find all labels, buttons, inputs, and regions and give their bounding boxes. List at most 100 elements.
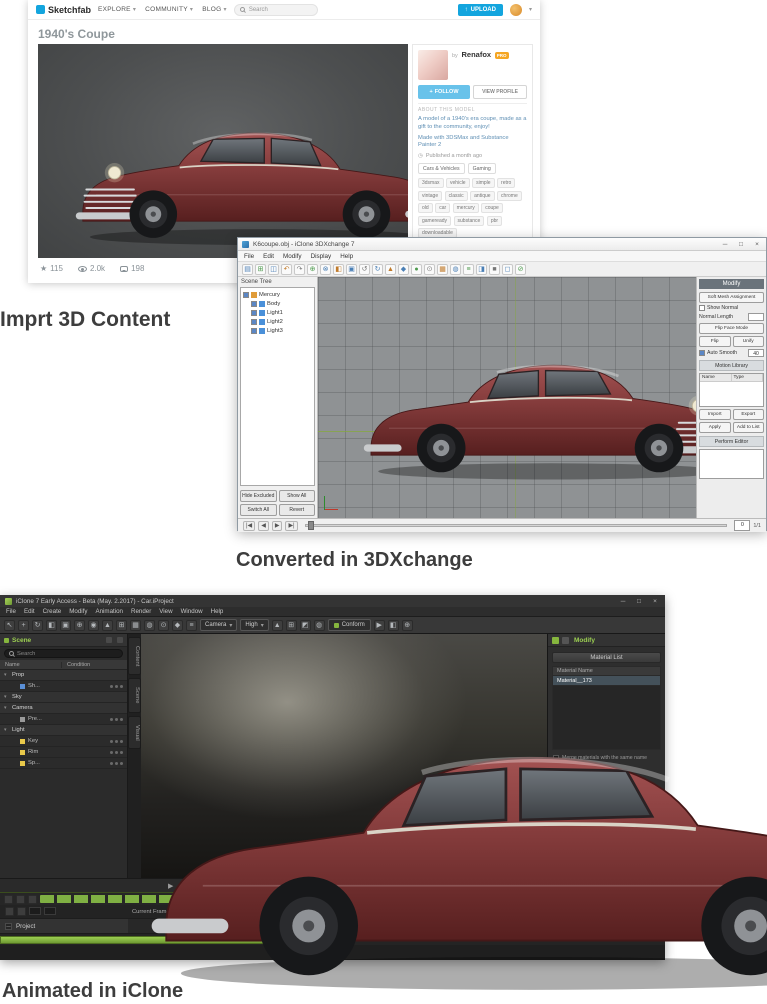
chevron-down-icon[interactable]: ▾ <box>529 6 532 13</box>
tag-pill[interactable]: car <box>435 203 451 214</box>
tag-pill[interactable]: old <box>418 203 433 214</box>
maximize-button[interactable]: □ <box>736 241 746 248</box>
menu-item[interactable]: Render <box>131 608 151 615</box>
timeline-tool-icon[interactable] <box>4 894 13 904</box>
track-header[interactable]: ─ Project <box>0 919 128 933</box>
scene-tree-row[interactable]: ▾ Camera <box>0 703 127 714</box>
tree-item[interactable]: Light3 <box>243 326 312 335</box>
nav-menu-item[interactable]: BLOG ▾ <box>202 6 227 13</box>
toolbar-icon[interactable]: ⊞ <box>116 619 127 631</box>
toolbar-icon[interactable]: ▲ <box>102 619 113 631</box>
motion-library-list[interactable]: Name Type <box>699 373 764 407</box>
toolbar-icon[interactable]: ↺ <box>359 263 370 275</box>
visibility-checkbox[interactable] <box>243 291 249 298</box>
tree-root[interactable]: Mercury <box>243 290 312 299</box>
sketchfab-logo[interactable]: Sketchfab <box>36 5 91 15</box>
side-tab[interactable]: Content <box>128 637 141 676</box>
scene-tree-row[interactable]: ▾ Light <box>0 725 127 736</box>
timeline-tool-icon[interactable] <box>5 907 14 916</box>
scene-tree-button[interactable]: Revert <box>278 504 315 516</box>
side-tab[interactable]: Scene <box>128 678 141 713</box>
toolbar-icon[interactable]: ↻ <box>32 619 43 631</box>
condition-dots[interactable] <box>110 684 123 688</box>
nav-menu-item[interactable]: EXPLORE ▾ <box>98 6 136 13</box>
toolbar-icon[interactable]: ● <box>411 263 422 275</box>
frame-field[interactable]: 0 <box>734 520 751 531</box>
show-normal-checkbox[interactable] <box>699 305 705 311</box>
collapse-icon[interactable]: ─ <box>5 922 12 930</box>
unify-button[interactable]: Unify <box>732 336 764 347</box>
menu-item[interactable]: Help <box>211 608 224 615</box>
toolbar-icon[interactable]: ◍ <box>313 619 325 631</box>
menu-item[interactable]: File <box>6 608 16 615</box>
menu-item[interactable]: File <box>244 253 254 260</box>
author-avatar[interactable] <box>418 50 448 80</box>
tag-pill[interactable]: substance <box>453 215 485 226</box>
scene-tree-row[interactable]: ▾ Sky <box>0 692 127 703</box>
menu-item[interactable]: Modify <box>283 253 302 260</box>
play-button[interactable]: ▶ <box>271 520 283 531</box>
timeline-tool-icon[interactable] <box>28 894 37 904</box>
tag-pill[interactable]: vehicle <box>446 178 470 189</box>
menu-item[interactable]: Display <box>311 253 332 260</box>
scene-tree-row[interactable]: ▾ Sp... <box>0 758 127 769</box>
twisty-icon[interactable]: ▾ <box>4 727 9 733</box>
author-name[interactable]: Renafox <box>461 50 491 59</box>
scene-tree-row[interactable]: ▾ Prop <box>0 670 127 681</box>
toolbar-icon[interactable]: ◨ <box>476 263 487 275</box>
toolbar-icon[interactable]: ↷ <box>294 263 305 275</box>
tag-pill[interactable]: chrome <box>497 190 522 201</box>
prev-frame-button[interactable]: ◀ <box>258 520 269 531</box>
toolbar-icon[interactable]: ≡ <box>463 263 474 275</box>
twisty-icon[interactable]: ▾ <box>4 672 9 678</box>
scene-tree-row[interactable]: ▾ Rim <box>0 747 127 758</box>
auto-smooth-checkbox[interactable] <box>699 350 705 356</box>
toolbar-icon[interactable]: ▲ <box>385 263 396 275</box>
first-frame-button[interactable]: |◀ <box>243 520 256 531</box>
export-button[interactable]: Export <box>732 409 764 420</box>
toolbar-icon[interactable]: ◍ <box>450 263 461 275</box>
toolbar-icon[interactable]: ⊗ <box>320 263 331 275</box>
toolbar-icon[interactable]: ⊙ <box>424 263 435 275</box>
toolbar-icon[interactable]: ◍ <box>144 619 155 631</box>
toolbar-icon[interactable]: ◆ <box>172 619 183 631</box>
conform-button[interactable]: Conform <box>327 619 371 631</box>
tree-item[interactable]: Light2 <box>243 317 312 326</box>
toolbar-icon[interactable]: ◫ <box>268 263 279 275</box>
tag-pill[interactable]: pbr <box>486 215 503 226</box>
toolbar-icon[interactable]: ⊙ <box>158 619 169 631</box>
visibility-checkbox[interactable] <box>251 300 257 307</box>
tag-pill[interactable]: mercury <box>452 203 479 214</box>
menu-item[interactable]: View <box>159 608 172 615</box>
angle-field[interactable]: 40 <box>748 349 764 357</box>
condition-dots[interactable] <box>110 739 123 743</box>
menu-item[interactable]: Edit <box>24 608 35 615</box>
timeline-tool-icon[interactable] <box>17 907 26 916</box>
toolbar-icon[interactable]: ⊞ <box>255 263 266 275</box>
scene-tree-button[interactable]: Show All <box>278 490 315 502</box>
nav-menu-item[interactable]: COMMUNITY ▾ <box>145 6 193 13</box>
scene-tree-row[interactable]: ▾ Key <box>0 736 127 747</box>
toolbar-icon[interactable]: ◧ <box>46 619 57 631</box>
condition-dots[interactable] <box>110 761 123 765</box>
scene-tree-row[interactable]: ▾ Pre... <box>0 714 127 725</box>
show-normal-row[interactable]: Show Normal <box>699 305 764 311</box>
soft-mesh-assignment-button[interactable]: Soft Mesh Assignment <box>699 292 764 303</box>
toolbar-icon[interactable]: ≡ <box>186 619 197 631</box>
minimize-button[interactable]: ─ <box>618 598 628 605</box>
twisty-icon[interactable]: ▾ <box>4 705 9 711</box>
condition-dots[interactable] <box>110 750 123 754</box>
add-to-list-button[interactable]: Add to List <box>732 422 764 433</box>
xchange-viewport[interactable] <box>318 277 696 518</box>
quality-dropdown[interactable]: High ▾ <box>240 619 269 631</box>
toolbar-icon[interactable]: ◆ <box>398 263 409 275</box>
toolbar-icon[interactable]: ▣ <box>346 263 357 275</box>
timeline-tool-icon[interactable] <box>16 894 25 904</box>
coupe-3d-model[interactable] <box>74 82 408 249</box>
comments-stat[interactable]: 198 <box>120 264 144 273</box>
scene-tree-button[interactable]: Switch All <box>240 504 277 516</box>
menu-item[interactable]: Animation <box>95 608 123 615</box>
menu-item[interactable]: Create <box>43 608 62 615</box>
tag-pill[interactable]: antique <box>470 190 495 201</box>
toolbar-icon[interactable]: ◩ <box>299 619 311 631</box>
